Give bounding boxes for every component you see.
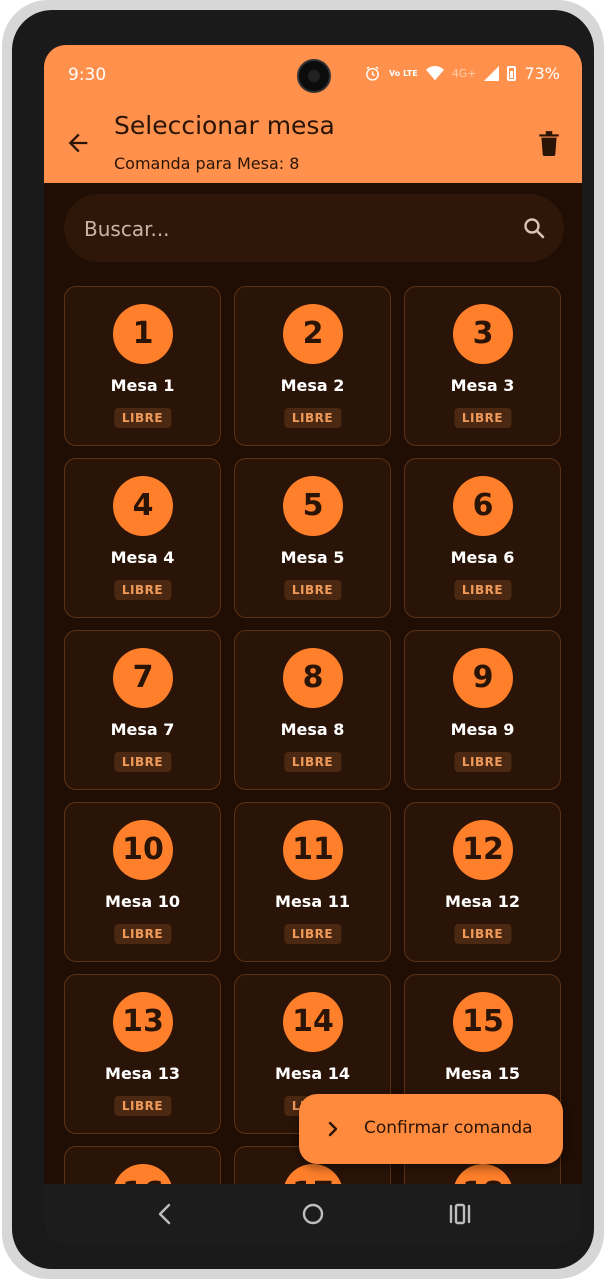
table-name: Mesa 11 — [275, 892, 350, 911]
table-number: 1 — [113, 304, 173, 364]
table-number: 3 — [453, 304, 513, 364]
table-name: Mesa 13 — [105, 1064, 180, 1083]
table-card[interactable]: 4 Mesa 4 LIBRE — [64, 458, 221, 618]
page-title: Seleccionar mesa — [114, 111, 335, 140]
table-name: Mesa 6 — [450, 548, 515, 567]
table-card[interactable]: 7 Mesa 7 LIBRE — [64, 630, 221, 790]
status-badge: LIBRE — [113, 1096, 172, 1116]
status-badge: LIBRE — [283, 580, 342, 600]
app-bar: 9:30 Vo LTE 4G+ 73% Seleccionar mesa Com… — [44, 45, 582, 183]
page-subtitle: Comanda para Mesa: 8 — [114, 154, 300, 173]
status-time: 9:30 — [68, 65, 107, 85]
table-name: Mesa 15 — [445, 1064, 520, 1083]
phone-bezel: 9:30 Vo LTE 4G+ 73% Seleccionar mesa Com… — [12, 10, 594, 1269]
recents-nav-icon[interactable] — [444, 1198, 476, 1230]
status-badge: LIBRE — [283, 408, 342, 428]
search-input[interactable] — [82, 194, 506, 264]
table-card[interactable]: 5 Mesa 5 LIBRE — [234, 458, 391, 618]
home-nav-icon[interactable] — [297, 1198, 329, 1230]
status-badge: LIBRE — [113, 924, 172, 944]
table-name: Mesa 4 — [110, 548, 175, 567]
back-nav-icon[interactable] — [149, 1198, 181, 1230]
table-card[interactable]: 9 Mesa 9 LIBRE — [404, 630, 561, 790]
system-nav-bar — [44, 1184, 582, 1244]
table-name: Mesa 12 — [445, 892, 520, 911]
status-badge: LIBRE — [453, 752, 512, 772]
table-name: Mesa 1 — [110, 376, 175, 395]
network-label: 4G+ — [451, 67, 477, 80]
table-card[interactable]: 13 Mesa 13 LIBRE — [64, 974, 221, 1134]
table-card[interactable]: 2 Mesa 2 LIBRE — [234, 286, 391, 446]
table-card[interactable]: 8 Mesa 8 LIBRE — [234, 630, 391, 790]
table-number: 6 — [453, 476, 513, 536]
search-icon[interactable] — [522, 216, 546, 240]
camera-cutout — [297, 59, 331, 93]
alarm-icon — [366, 66, 379, 81]
trash-icon[interactable] — [538, 130, 560, 156]
volte-label: Vo LTE — [388, 68, 418, 78]
arrow-back-icon[interactable] — [64, 129, 92, 157]
table-number: 9 — [453, 648, 513, 708]
table-number: 5 — [283, 476, 343, 536]
table-card[interactable]: 3 Mesa 3 LIBRE — [404, 286, 561, 446]
screen: 9:30 Vo LTE 4G+ 73% Seleccionar mesa Com… — [44, 45, 582, 1244]
table-name: Mesa 8 — [280, 720, 345, 739]
table-name: Mesa 2 — [280, 376, 345, 395]
status-badge: LIBRE — [283, 924, 342, 944]
table-number: 4 — [113, 476, 173, 536]
table-name: Mesa 9 — [450, 720, 515, 739]
table-number: 7 — [113, 648, 173, 708]
table-card[interactable]: 11 Mesa 11 LIBRE — [234, 802, 391, 962]
table-name: Mesa 3 — [450, 376, 515, 395]
table-name: Mesa 7 — [110, 720, 175, 739]
status-icons: Vo LTE 4G+ 73% — [364, 64, 560, 83]
phone-frame: 9:30 Vo LTE 4G+ 73% Seleccionar mesa Com… — [2, 0, 604, 1279]
table-card[interactable]: 1 Mesa 1 LIBRE — [64, 286, 221, 446]
table-name: Mesa 10 — [105, 892, 180, 911]
table-number: 12 — [453, 820, 513, 880]
signal-icon — [484, 66, 500, 81]
table-number: 10 — [113, 820, 173, 880]
search-bar — [64, 194, 564, 264]
table-number: 2 — [283, 304, 343, 364]
table-number: 8 — [283, 648, 343, 708]
status-badge: LIBRE — [453, 580, 512, 600]
status-badge: LIBRE — [113, 408, 172, 428]
table-number: 14 — [283, 992, 343, 1052]
table-card[interactable]: 12 Mesa 12 LIBRE — [404, 802, 561, 962]
table-number: 11 — [283, 820, 343, 880]
status-badge: LIBRE — [453, 924, 512, 944]
status-badge: LIBRE — [453, 408, 512, 428]
status-badge: LIBRE — [113, 752, 172, 772]
wifi-icon — [425, 66, 444, 81]
confirm-order-label: Confirmar comanda — [364, 1118, 533, 1138]
table-name: Mesa 14 — [275, 1064, 350, 1083]
battery-icon — [507, 66, 517, 81]
confirm-order-button[interactable]: Confirmar comanda — [299, 1094, 563, 1164]
table-name: Mesa 5 — [280, 548, 345, 567]
status-badge: LIBRE — [113, 580, 172, 600]
table-number: 15 — [453, 992, 513, 1052]
battery-percent: 73% — [524, 64, 560, 83]
chevron-right-icon — [328, 1121, 338, 1137]
status-badge: LIBRE — [283, 752, 342, 772]
table-card[interactable]: 6 Mesa 6 LIBRE — [404, 458, 561, 618]
table-number: 13 — [113, 992, 173, 1052]
table-card[interactable]: 10 Mesa 10 LIBRE — [64, 802, 221, 962]
